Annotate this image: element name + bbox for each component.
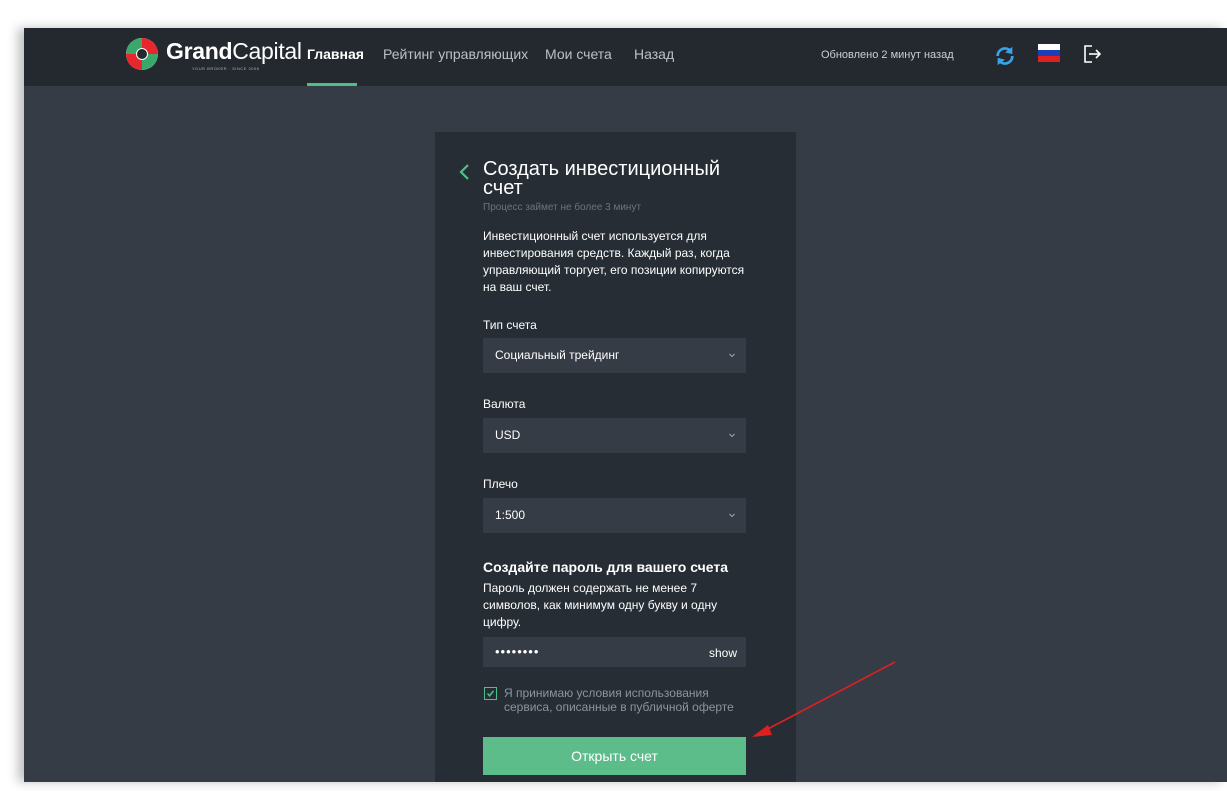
account-description: Инвестиционный счет используется для инв… bbox=[483, 229, 745, 294]
nav-managers-rating[interactable]: Рейтинг управляющих bbox=[383, 46, 528, 62]
checkmark-icon bbox=[486, 690, 495, 697]
nav-my-accounts[interactable]: Мои счета bbox=[545, 46, 612, 62]
page-title: Создать инвестиционный счет bbox=[483, 158, 721, 199]
chevron-down-icon bbox=[729, 433, 735, 438]
active-nav-indicator bbox=[307, 83, 357, 86]
nav-back[interactable]: Назад bbox=[634, 46, 674, 62]
password-masked-value: •••••••• bbox=[495, 644, 540, 659]
nav-home[interactable]: Главная bbox=[307, 46, 364, 62]
show-password-button[interactable]: show bbox=[709, 646, 737, 660]
page-subtitle: Процесс займет не более 3 минут bbox=[483, 202, 642, 213]
account-type-select[interactable]: Социальный трейдинг bbox=[483, 338, 746, 373]
logout-icon[interactable] bbox=[1082, 43, 1102, 65]
logo-wordmark: GrandCapital bbox=[166, 38, 302, 64]
account-type-value: Социальный трейдинг bbox=[495, 348, 620, 362]
leverage-select[interactable]: 1:500 bbox=[483, 498, 746, 533]
leverage-value: 1:500 bbox=[495, 508, 526, 522]
password-heading: Создайте пароль для вашего счета bbox=[483, 559, 729, 575]
logo-mark-icon bbox=[126, 38, 158, 70]
currency-label: Валюта bbox=[483, 397, 526, 411]
chevron-down-icon bbox=[729, 513, 735, 518]
account-type-label: Тип счета bbox=[483, 318, 537, 332]
create-account-panel: Создать инвестиционный счет Процесс займ… bbox=[435, 132, 796, 782]
password-hint: Пароль должен содержать не менее 7 симво… bbox=[483, 581, 718, 629]
currency-value: USD bbox=[495, 428, 521, 442]
logo-tagline: YOUR BROKER · SINCE 2006 bbox=[192, 66, 260, 71]
app-window: GrandCapital YOUR BROKER · SINCE 2006 Гл… bbox=[24, 28, 1227, 782]
top-navigation-bar: GrandCapital YOUR BROKER · SINCE 2006 Гл… bbox=[24, 28, 1227, 86]
terms-label[interactable]: Я принимаю условия использования сервиса… bbox=[504, 686, 744, 714]
last-updated-text: Обновлено 2 минут назад bbox=[821, 49, 954, 61]
chevron-left-icon[interactable] bbox=[458, 162, 472, 182]
refresh-icon[interactable] bbox=[994, 45, 1016, 67]
terms-checkbox[interactable] bbox=[484, 687, 497, 700]
password-field[interactable]: •••••••• show bbox=[483, 637, 746, 667]
open-account-button[interactable]: Открыть счет bbox=[483, 737, 746, 775]
currency-select[interactable]: USD bbox=[483, 418, 746, 453]
russia-flag-icon[interactable] bbox=[1038, 44, 1060, 62]
chevron-down-icon bbox=[729, 353, 735, 358]
grandcapital-logo[interactable]: GrandCapital YOUR BROKER · SINCE 2006 bbox=[124, 36, 302, 76]
leverage-label: Плечо bbox=[483, 477, 518, 491]
